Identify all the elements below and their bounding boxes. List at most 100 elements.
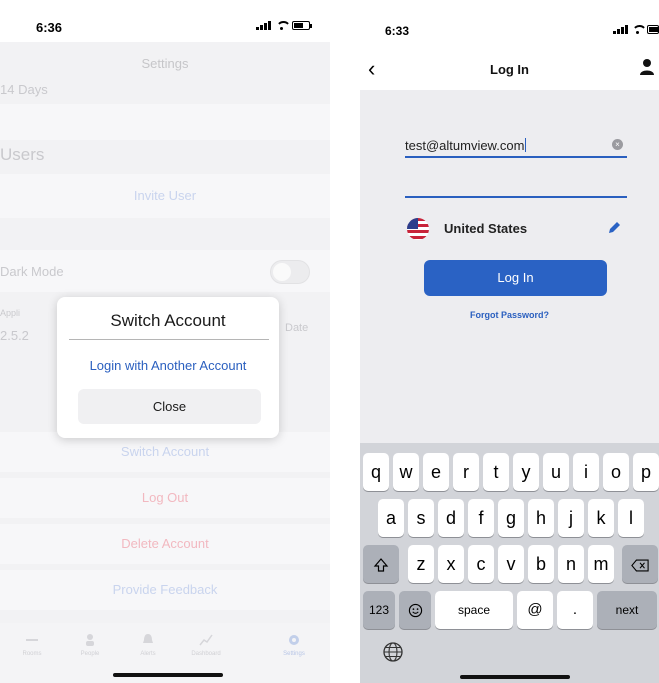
us-flag-icon bbox=[407, 218, 429, 240]
tab-dashboard[interactable]: Dashboard bbox=[178, 633, 234, 657]
key-t[interactable]: t bbox=[483, 453, 509, 491]
key-u[interactable]: u bbox=[543, 453, 569, 491]
home-indicator bbox=[113, 673, 223, 677]
key-i[interactable]: i bbox=[573, 453, 599, 491]
log-out-button[interactable]: Log Out bbox=[0, 490, 330, 505]
status-icons bbox=[256, 20, 312, 30]
password-field[interactable] bbox=[405, 176, 627, 198]
keyboard: q w e r t y u i o p a s d f g h j k l z … bbox=[360, 443, 659, 683]
login-another-account-button[interactable]: Login with Another Account bbox=[57, 358, 279, 373]
key-p[interactable]: p bbox=[633, 453, 659, 491]
key-g[interactable]: g bbox=[498, 499, 524, 537]
text-caret bbox=[525, 138, 527, 152]
key-a[interactable]: a bbox=[378, 499, 404, 537]
key-l[interactable]: l bbox=[618, 499, 644, 537]
status-bar: 6:36 bbox=[0, 0, 330, 42]
date-label: Date bbox=[285, 322, 309, 334]
status-time: 6:36 bbox=[36, 20, 63, 35]
key-c[interactable]: c bbox=[468, 545, 494, 583]
right-phone-screen: 6:33 ‹ Log In test@altumview.com × Unite… bbox=[360, 0, 659, 683]
pencil-icon[interactable] bbox=[606, 220, 622, 236]
backspace-key[interactable] bbox=[622, 545, 658, 583]
wifi-icon bbox=[632, 24, 647, 34]
home-indicator bbox=[460, 675, 570, 679]
section-divider bbox=[0, 104, 330, 140]
tab-alerts[interactable]: Alerts bbox=[120, 633, 176, 657]
at-key[interactable]: @ bbox=[517, 591, 553, 629]
status-time: 6:33 bbox=[385, 24, 410, 38]
shift-icon bbox=[373, 558, 389, 572]
app-version-label: Appli bbox=[0, 308, 21, 318]
page-title: Log In bbox=[490, 62, 529, 77]
key-k[interactable]: k bbox=[588, 499, 614, 537]
switch-account-button[interactable]: Switch Account bbox=[0, 444, 330, 459]
status-icons bbox=[613, 24, 659, 34]
country-selector[interactable]: United States bbox=[407, 218, 622, 240]
tab-label: Alerts bbox=[140, 651, 156, 657]
key-z[interactable]: z bbox=[408, 545, 434, 583]
key-d[interactable]: d bbox=[438, 499, 464, 537]
tab-bar: Rooms People Alerts Dashboard Settings bbox=[0, 623, 330, 683]
key-q[interactable]: q bbox=[363, 453, 389, 491]
tab-people[interactable]: People bbox=[62, 633, 118, 657]
key-h[interactable]: h bbox=[528, 499, 554, 537]
dialog-title: Switch Account bbox=[110, 311, 226, 330]
key-o[interactable]: o bbox=[603, 453, 629, 491]
key-n[interactable]: n bbox=[558, 545, 584, 583]
tab-label: Settings bbox=[283, 651, 305, 657]
tab-settings[interactable]: Settings bbox=[266, 633, 322, 657]
app-version-value: 2.5.2 bbox=[0, 328, 29, 343]
signal-icon bbox=[256, 20, 271, 30]
battery-icon bbox=[647, 24, 659, 34]
battery-icon bbox=[292, 20, 312, 30]
key-y[interactable]: y bbox=[513, 453, 539, 491]
rooms-icon bbox=[26, 639, 38, 641]
tab-rooms[interactable]: Rooms bbox=[4, 633, 60, 657]
key-m[interactable]: m bbox=[588, 545, 614, 583]
invite-user-button[interactable]: Invite User bbox=[0, 188, 330, 203]
signal-icon bbox=[613, 24, 628, 34]
retention-value: 14 Days bbox=[0, 82, 48, 97]
key-w[interactable]: w bbox=[393, 453, 419, 491]
clear-icon[interactable]: × bbox=[612, 139, 623, 150]
emoji-icon bbox=[408, 603, 422, 618]
dot-key[interactable]: . bbox=[557, 591, 593, 629]
page-title: Settings bbox=[141, 56, 189, 71]
key-x[interactable]: x bbox=[438, 545, 464, 583]
emoji-key[interactable] bbox=[399, 591, 431, 629]
gear-icon bbox=[289, 635, 299, 645]
login-form: test@altumview.com × United States Log I… bbox=[360, 90, 659, 443]
key-s[interactable]: s bbox=[408, 499, 434, 537]
globe-icon[interactable] bbox=[382, 641, 404, 663]
nav-bar: ‹ Log In bbox=[360, 48, 659, 90]
next-key[interactable]: next bbox=[597, 591, 657, 629]
tab-label: People bbox=[80, 651, 100, 657]
close-button[interactable]: Close bbox=[78, 389, 261, 424]
key-b[interactable]: b bbox=[528, 545, 554, 583]
email-value: test@altumview.com bbox=[405, 138, 527, 153]
key-e[interactable]: e bbox=[423, 453, 449, 491]
space-key[interactable]: space bbox=[435, 591, 513, 629]
key-v[interactable]: v bbox=[498, 545, 524, 583]
left-phone-screen: 6:36 Settings 14 Days Users Invite User … bbox=[0, 0, 330, 683]
numbers-key[interactable]: 123 bbox=[363, 591, 395, 629]
dark-mode-toggle[interactable] bbox=[270, 260, 310, 284]
forgot-password-link[interactable]: Forgot Password? bbox=[360, 310, 659, 320]
user-switch-icon[interactable] bbox=[639, 58, 657, 76]
provide-feedback-button[interactable]: Provide Feedback bbox=[0, 582, 330, 597]
shift-key[interactable] bbox=[363, 545, 399, 583]
dark-mode-label: Dark Mode bbox=[0, 264, 64, 279]
key-r[interactable]: r bbox=[453, 453, 479, 491]
delete-account-button[interactable]: Delete Account bbox=[0, 536, 330, 551]
country-name: United States bbox=[444, 221, 528, 236]
email-field[interactable]: test@altumview.com × bbox=[405, 134, 627, 158]
people-icon bbox=[86, 634, 94, 646]
log-in-button[interactable]: Log In bbox=[424, 260, 607, 296]
switch-account-dialog: Switch Account Login with Another Accoun… bbox=[57, 297, 279, 438]
bell-icon bbox=[143, 634, 153, 643]
users-header: Users bbox=[0, 145, 45, 164]
key-j[interactable]: j bbox=[558, 499, 584, 537]
backspace-icon bbox=[631, 559, 649, 572]
wifi-icon bbox=[276, 20, 291, 30]
key-f[interactable]: f bbox=[468, 499, 494, 537]
